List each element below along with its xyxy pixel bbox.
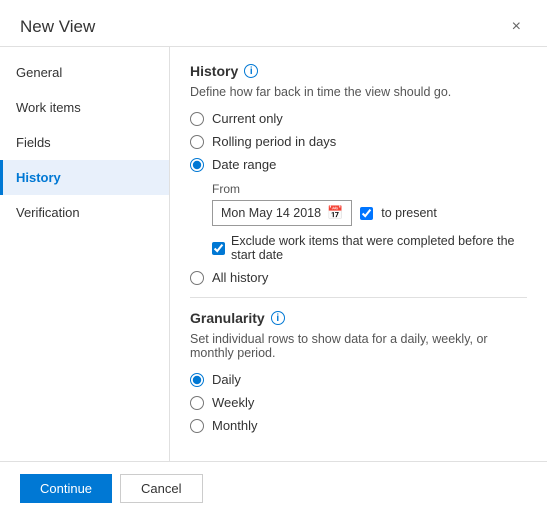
radio-rolling-period-label: Rolling period in days [212, 134, 336, 149]
radio-current-only-label: Current only [212, 111, 283, 126]
dialog-title: New View [20, 17, 95, 37]
section-divider [190, 297, 527, 298]
new-view-dialog: New View × GeneralWork itemsFieldsHistor… [0, 0, 547, 515]
radio-current-only-input[interactable] [190, 112, 204, 126]
granularity-label: Granularity [190, 310, 265, 326]
granularity-info-icon[interactable]: i [271, 311, 285, 325]
radio-daily-input[interactable] [190, 373, 204, 387]
sidebar: GeneralWork itemsFieldsHistoryVerificati… [0, 47, 170, 461]
sidebar-item-work-items[interactable]: Work items [0, 90, 169, 125]
radio-monthly[interactable]: Monthly [190, 418, 527, 433]
date-value: Mon May 14 2018 [221, 206, 321, 220]
exclude-checkbox-row: Exclude work items that were completed b… [212, 234, 527, 262]
to-present-checkbox[interactable] [360, 207, 373, 220]
radio-date-range-input[interactable] [190, 158, 204, 172]
to-present-label: to present [381, 206, 437, 220]
exclude-checkbox[interactable] [212, 242, 225, 255]
granularity-section-title: Granularity i [190, 310, 527, 326]
cancel-button[interactable]: Cancel [120, 474, 202, 503]
radio-date-range-label: Date range [212, 157, 276, 172]
date-row: Mon May 14 2018 📅 to present [212, 200, 527, 226]
history-info-icon[interactable]: i [244, 64, 258, 78]
radio-weekly[interactable]: Weekly [190, 395, 527, 410]
date-range-block: From Mon May 14 2018 📅 to present Exclud… [212, 182, 527, 262]
radio-all-history-label: All history [212, 270, 268, 285]
sidebar-item-fields[interactable]: Fields [0, 125, 169, 160]
radio-daily[interactable]: Daily [190, 372, 527, 387]
radio-rolling-period-input[interactable] [190, 135, 204, 149]
calendar-icon: 📅 [327, 205, 343, 221]
continue-button[interactable]: Continue [20, 474, 112, 503]
sidebar-item-verification[interactable]: Verification [0, 195, 169, 230]
exclude-label: Exclude work items that were completed b… [231, 234, 527, 262]
radio-monthly-label: Monthly [212, 418, 258, 433]
granularity-radio-group: Daily Weekly Monthly [190, 372, 527, 433]
date-picker[interactable]: Mon May 14 2018 📅 [212, 200, 352, 226]
sidebar-item-general[interactable]: General [0, 55, 169, 90]
radio-weekly-input[interactable] [190, 396, 204, 410]
close-button[interactable]: × [506, 16, 527, 38]
dialog-header: New View × [0, 0, 547, 47]
content-area: History i Define how far back in time th… [170, 47, 547, 461]
granularity-description: Set individual rows to show data for a d… [190, 332, 527, 360]
dialog-body: GeneralWork itemsFieldsHistoryVerificati… [0, 47, 547, 461]
history-radio-group: Current only Rolling period in days Date… [190, 111, 527, 172]
history-label: History [190, 63, 238, 79]
radio-all-history-input[interactable] [190, 271, 204, 285]
from-label: From [212, 182, 527, 196]
granularity-section: Granularity i Set individual rows to sho… [190, 310, 527, 433]
radio-daily-label: Daily [212, 372, 241, 387]
dialog-footer: Continue Cancel [0, 461, 547, 515]
radio-current-only[interactable]: Current only [190, 111, 527, 126]
radio-weekly-label: Weekly [212, 395, 254, 410]
history-section-title: History i [190, 63, 527, 79]
radio-rolling-period[interactable]: Rolling period in days [190, 134, 527, 149]
history-description: Define how far back in time the view sho… [190, 85, 527, 99]
radio-all-history[interactable]: All history [190, 270, 527, 285]
radio-monthly-input[interactable] [190, 419, 204, 433]
sidebar-item-history[interactable]: History [0, 160, 169, 195]
radio-date-range[interactable]: Date range [190, 157, 527, 172]
all-history-radio-group: All history [190, 270, 527, 285]
